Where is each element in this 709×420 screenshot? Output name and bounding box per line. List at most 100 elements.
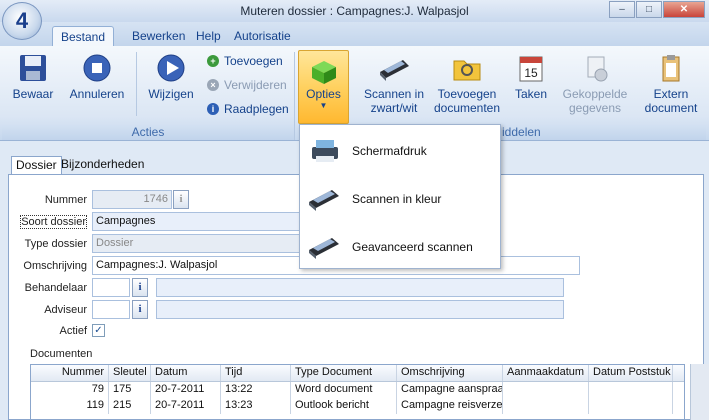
close-button[interactable]: ✕: [663, 1, 705, 18]
scanner-icon: [380, 60, 409, 81]
extern-label-2: document: [644, 101, 698, 115]
cell-nummer: 79: [31, 382, 109, 398]
tab-dossier[interactable]: Dossier: [11, 156, 62, 174]
omschrijving-label: Omschrijving: [23, 260, 87, 272]
toevoegen-documenten-label-1: Toevoegen: [437, 87, 497, 101]
verwijderen-button[interactable]: × Verwijderen: [207, 78, 287, 92]
column-header-type-document[interactable]: Type Document: [291, 365, 397, 381]
column-header-sleutel[interactable]: Sleutel: [109, 365, 151, 381]
menu-item-label: Geavanceerd scannen: [352, 240, 473, 254]
cell-sleutel: 215: [109, 398, 151, 414]
cell-omschrijving: Campagne aanspraak: [397, 382, 503, 398]
wijzigen-button[interactable]: Wijzigen: [145, 52, 197, 101]
scanner-icon: [309, 190, 339, 211]
cell-aanmaakdatum: [503, 382, 589, 398]
table-row[interactable]: 119 215 20-7-2011 13:23 Outlook bericht …: [31, 398, 684, 414]
nummer-info-button[interactable]: i: [173, 190, 189, 209]
cell-datum-poststuk: [589, 382, 673, 398]
cell-omschrijving: Campagne reisverzekering: [397, 398, 503, 414]
documenten-label: Documenten: [30, 348, 93, 360]
save-icon: [20, 55, 46, 81]
ribbon-tab-row: Bestand Bewerken Help Autorisatie: [0, 22, 709, 46]
type-dossier-field[interactable]: Dossier: [92, 234, 302, 253]
tab-autorisatie[interactable]: Autorisatie: [226, 26, 299, 46]
column-header-nummer[interactable]: Nummer: [31, 365, 109, 381]
menu-item-geavanceerd-scannen[interactable]: Geavanceerd scannen: [306, 227, 496, 267]
play-icon: [157, 54, 185, 82]
menu-item-schermafdruk[interactable]: Schermafdruk: [306, 131, 496, 171]
chevron-down-icon: ▼: [319, 101, 328, 110]
toevoegen-documenten-button[interactable]: Toevoegen documenten: [432, 52, 502, 115]
adviseur-label: Adviseur: [44, 304, 87, 316]
table-row[interactable]: 79 175 20-7-2011 13:22 Word document Cam…: [31, 382, 684, 398]
column-header-tijd[interactable]: Tijd: [221, 365, 291, 381]
tab-bewerken[interactable]: Bewerken: [124, 26, 193, 46]
maximize-button[interactable]: □: [636, 1, 662, 18]
tab-bijzonderheden[interactable]: Bijzonderheden: [57, 156, 148, 174]
cell-datum-poststuk: [589, 398, 673, 414]
adviseur-info-button[interactable]: i: [132, 300, 148, 319]
taken-button[interactable]: 15 Taken: [510, 52, 552, 101]
soort-dossier-field[interactable]: Campagnes: [92, 212, 302, 231]
documents-table: Nummer Sleutel Datum Tijd Type Document …: [30, 364, 685, 420]
tab-help[interactable]: Help: [188, 26, 229, 46]
info-icon: i: [207, 103, 219, 115]
cell-type-document: Word document: [291, 382, 397, 398]
raadplegen-button[interactable]: i Raadplegen: [207, 102, 289, 116]
actief-checkbox[interactable]: ✓: [92, 324, 105, 337]
title-bar: Muteren dossier : Campagnes:J. Walpasjol…: [0, 0, 709, 22]
behandelaar-code-field[interactable]: [92, 278, 130, 297]
column-header-omschrijving[interactable]: Omschrijving: [397, 365, 503, 381]
gekoppelde-label-2: gegevens: [568, 101, 622, 115]
scannen-zwartwit-label-1: Scannen in: [363, 87, 425, 101]
opties-label: Opties: [306, 87, 341, 101]
group-separator: [294, 52, 295, 140]
menu-item-label: Scannen in kleur: [352, 192, 442, 206]
column-header-aanmaakdatum[interactable]: Aanmaakdatum: [503, 365, 589, 381]
linked-data-icon: [587, 56, 608, 82]
annuleren-label: Annuleren: [69, 87, 125, 101]
bewaar-button[interactable]: Bewaar: [10, 52, 56, 101]
gekoppelde-gegevens-button[interactable]: Gekoppelde gegevens: [558, 52, 632, 115]
middelen-group-label: iddelen: [500, 125, 706, 140]
wijzigen-label: Wijzigen: [148, 87, 194, 101]
scannen-zwartwit-button[interactable]: Scannen in zwart/wit: [355, 52, 433, 115]
window-controls: – □ ✕: [608, 1, 705, 18]
toevoegen-button[interactable]: + Toevoegen: [207, 54, 283, 68]
toevoegen-documenten-label-2: documenten: [433, 101, 501, 115]
adviseur-name-field[interactable]: [156, 300, 564, 319]
opties-menu: Schermafdruk Scannen in kleur Geavanceer…: [299, 124, 501, 269]
cell-type-document: Outlook bericht: [291, 398, 397, 414]
cell-datum: 20-7-2011: [151, 398, 221, 414]
calendar-icon: 15: [519, 56, 543, 82]
cell-aanmaakdatum: [503, 398, 589, 414]
extern-document-button[interactable]: Extern document: [636, 52, 706, 115]
menu-item-scannen-kleur[interactable]: Scannen in kleur: [306, 179, 496, 219]
folder-icon: [453, 60, 481, 81]
column-header-datum[interactable]: Datum: [151, 365, 221, 381]
app-logo-button[interactable]: 4: [2, 2, 42, 40]
bewaar-label: Bewaar: [12, 87, 54, 101]
type-dossier-label: Type dossier: [24, 238, 87, 250]
behandelaar-name-field[interactable]: [156, 278, 564, 297]
nummer-field[interactable]: 1746: [92, 190, 172, 209]
tab-bestand[interactable]: Bestand: [52, 26, 115, 46]
delete-icon: ×: [207, 79, 219, 91]
behandelaar-info-button[interactable]: i: [132, 278, 148, 297]
taken-label: Taken: [514, 87, 548, 101]
adviseur-code-field[interactable]: [92, 300, 130, 319]
annuleren-button[interactable]: Annuleren: [66, 52, 128, 101]
ribbon-separator: [136, 52, 137, 116]
table-scrollbar[interactable]: [690, 364, 709, 420]
column-header-datum-poststuk[interactable]: Datum Poststuk: [589, 365, 673, 381]
acties-group-label: Acties: [2, 125, 294, 140]
scanner-icon: [309, 238, 339, 259]
clipboard-icon: [662, 55, 680, 82]
raadplegen-label: Raadplegen: [224, 102, 289, 116]
extern-label-1: Extern: [653, 87, 689, 101]
opties-button[interactable]: Opties ▼: [298, 50, 349, 124]
soort-dossier-label: Soort dossier: [20, 215, 87, 229]
minimize-button[interactable]: –: [609, 1, 635, 18]
nummer-label: Nummer: [44, 194, 87, 206]
cell-sleutel: 175: [109, 382, 151, 398]
